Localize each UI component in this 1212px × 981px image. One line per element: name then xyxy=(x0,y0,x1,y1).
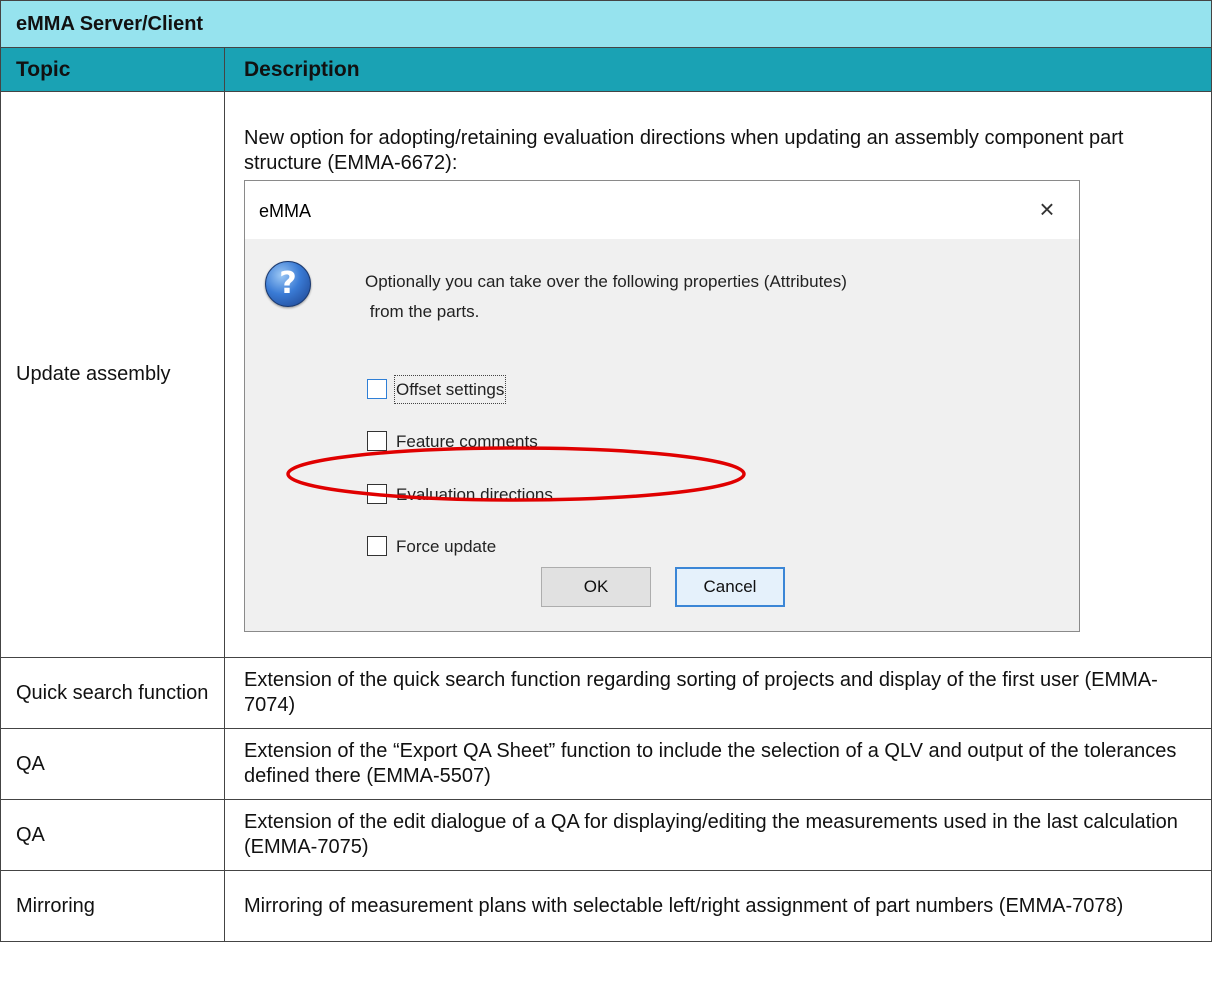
dialog-title: eMMA xyxy=(259,201,312,221)
option-evaluation-directions[interactable]: Evaluation directions xyxy=(367,482,553,506)
dialog-titlebar: eMMA × xyxy=(245,181,1079,239)
close-icon[interactable]: × xyxy=(1027,189,1067,229)
checkbox-offset-settings[interactable] xyxy=(367,379,387,399)
row-description-cell: New option for adopting/retaining evalua… xyxy=(224,91,1212,658)
header-description: Description xyxy=(224,47,1212,92)
ok-button[interactable]: OK xyxy=(541,567,651,607)
row-description: Extension of the edit dialogue of a QA f… xyxy=(224,799,1212,871)
row-topic: QA xyxy=(0,728,225,800)
option-feature-comments[interactable]: Feature comments xyxy=(367,429,538,453)
option-offset-settings[interactable]: Offset settings xyxy=(367,374,507,404)
checkbox-force-update[interactable] xyxy=(367,536,387,556)
checkbox-feature-comments[interactable] xyxy=(367,431,387,451)
row-description: Extension of the “Export QA Sheet” funct… xyxy=(224,728,1212,800)
row-topic: Quick search function xyxy=(0,657,225,729)
table-row: Mirroring Mirroring of measurement plans… xyxy=(0,870,1212,942)
dialog-message-line2: from the parts. xyxy=(365,302,480,321)
option-force-update[interactable]: Force update xyxy=(367,534,496,558)
table-title: eMMA Server/Client xyxy=(0,0,1212,48)
table-row: QA Extension of the edit dialogue of a Q… xyxy=(0,799,1212,871)
emma-dialog-screenshot: eMMA × ? Optionally you can take over th… xyxy=(244,180,1080,632)
cancel-button[interactable]: Cancel xyxy=(675,567,785,607)
table-row: QA Extension of the “Export QA Sheet” fu… xyxy=(0,728,1212,800)
release-notes-table: eMMA Server/Client Topic Description Upd… xyxy=(0,0,1212,942)
header-topic: Topic xyxy=(0,47,225,92)
header-row: Topic Description xyxy=(0,47,1212,92)
option-label: Evaluation directions xyxy=(396,484,553,504)
option-label: Feature comments xyxy=(396,431,538,451)
table-row: Update assembly New option for adopting/… xyxy=(0,91,1212,658)
row-description: Extension of the quick search function r… xyxy=(224,657,1212,729)
row-topic: Update assembly xyxy=(0,91,225,658)
row-description: New option for adopting/retaining evalua… xyxy=(244,127,1124,174)
row-description: Mirroring of measurement plans with sele… xyxy=(224,870,1212,942)
row-topic: QA xyxy=(0,799,225,871)
option-label: Offset settings xyxy=(393,374,507,404)
option-label: Force update xyxy=(396,536,497,556)
table-row: Quick search function Extension of the q… xyxy=(0,657,1212,729)
row-topic: Mirroring xyxy=(0,870,225,942)
dialog-message-line1: Optionally you can take over the followi… xyxy=(365,272,847,291)
dialog-message: Optionally you can take over the followi… xyxy=(365,267,847,327)
question-icon: ? xyxy=(265,261,311,307)
checkbox-evaluation-directions[interactable] xyxy=(367,484,387,504)
